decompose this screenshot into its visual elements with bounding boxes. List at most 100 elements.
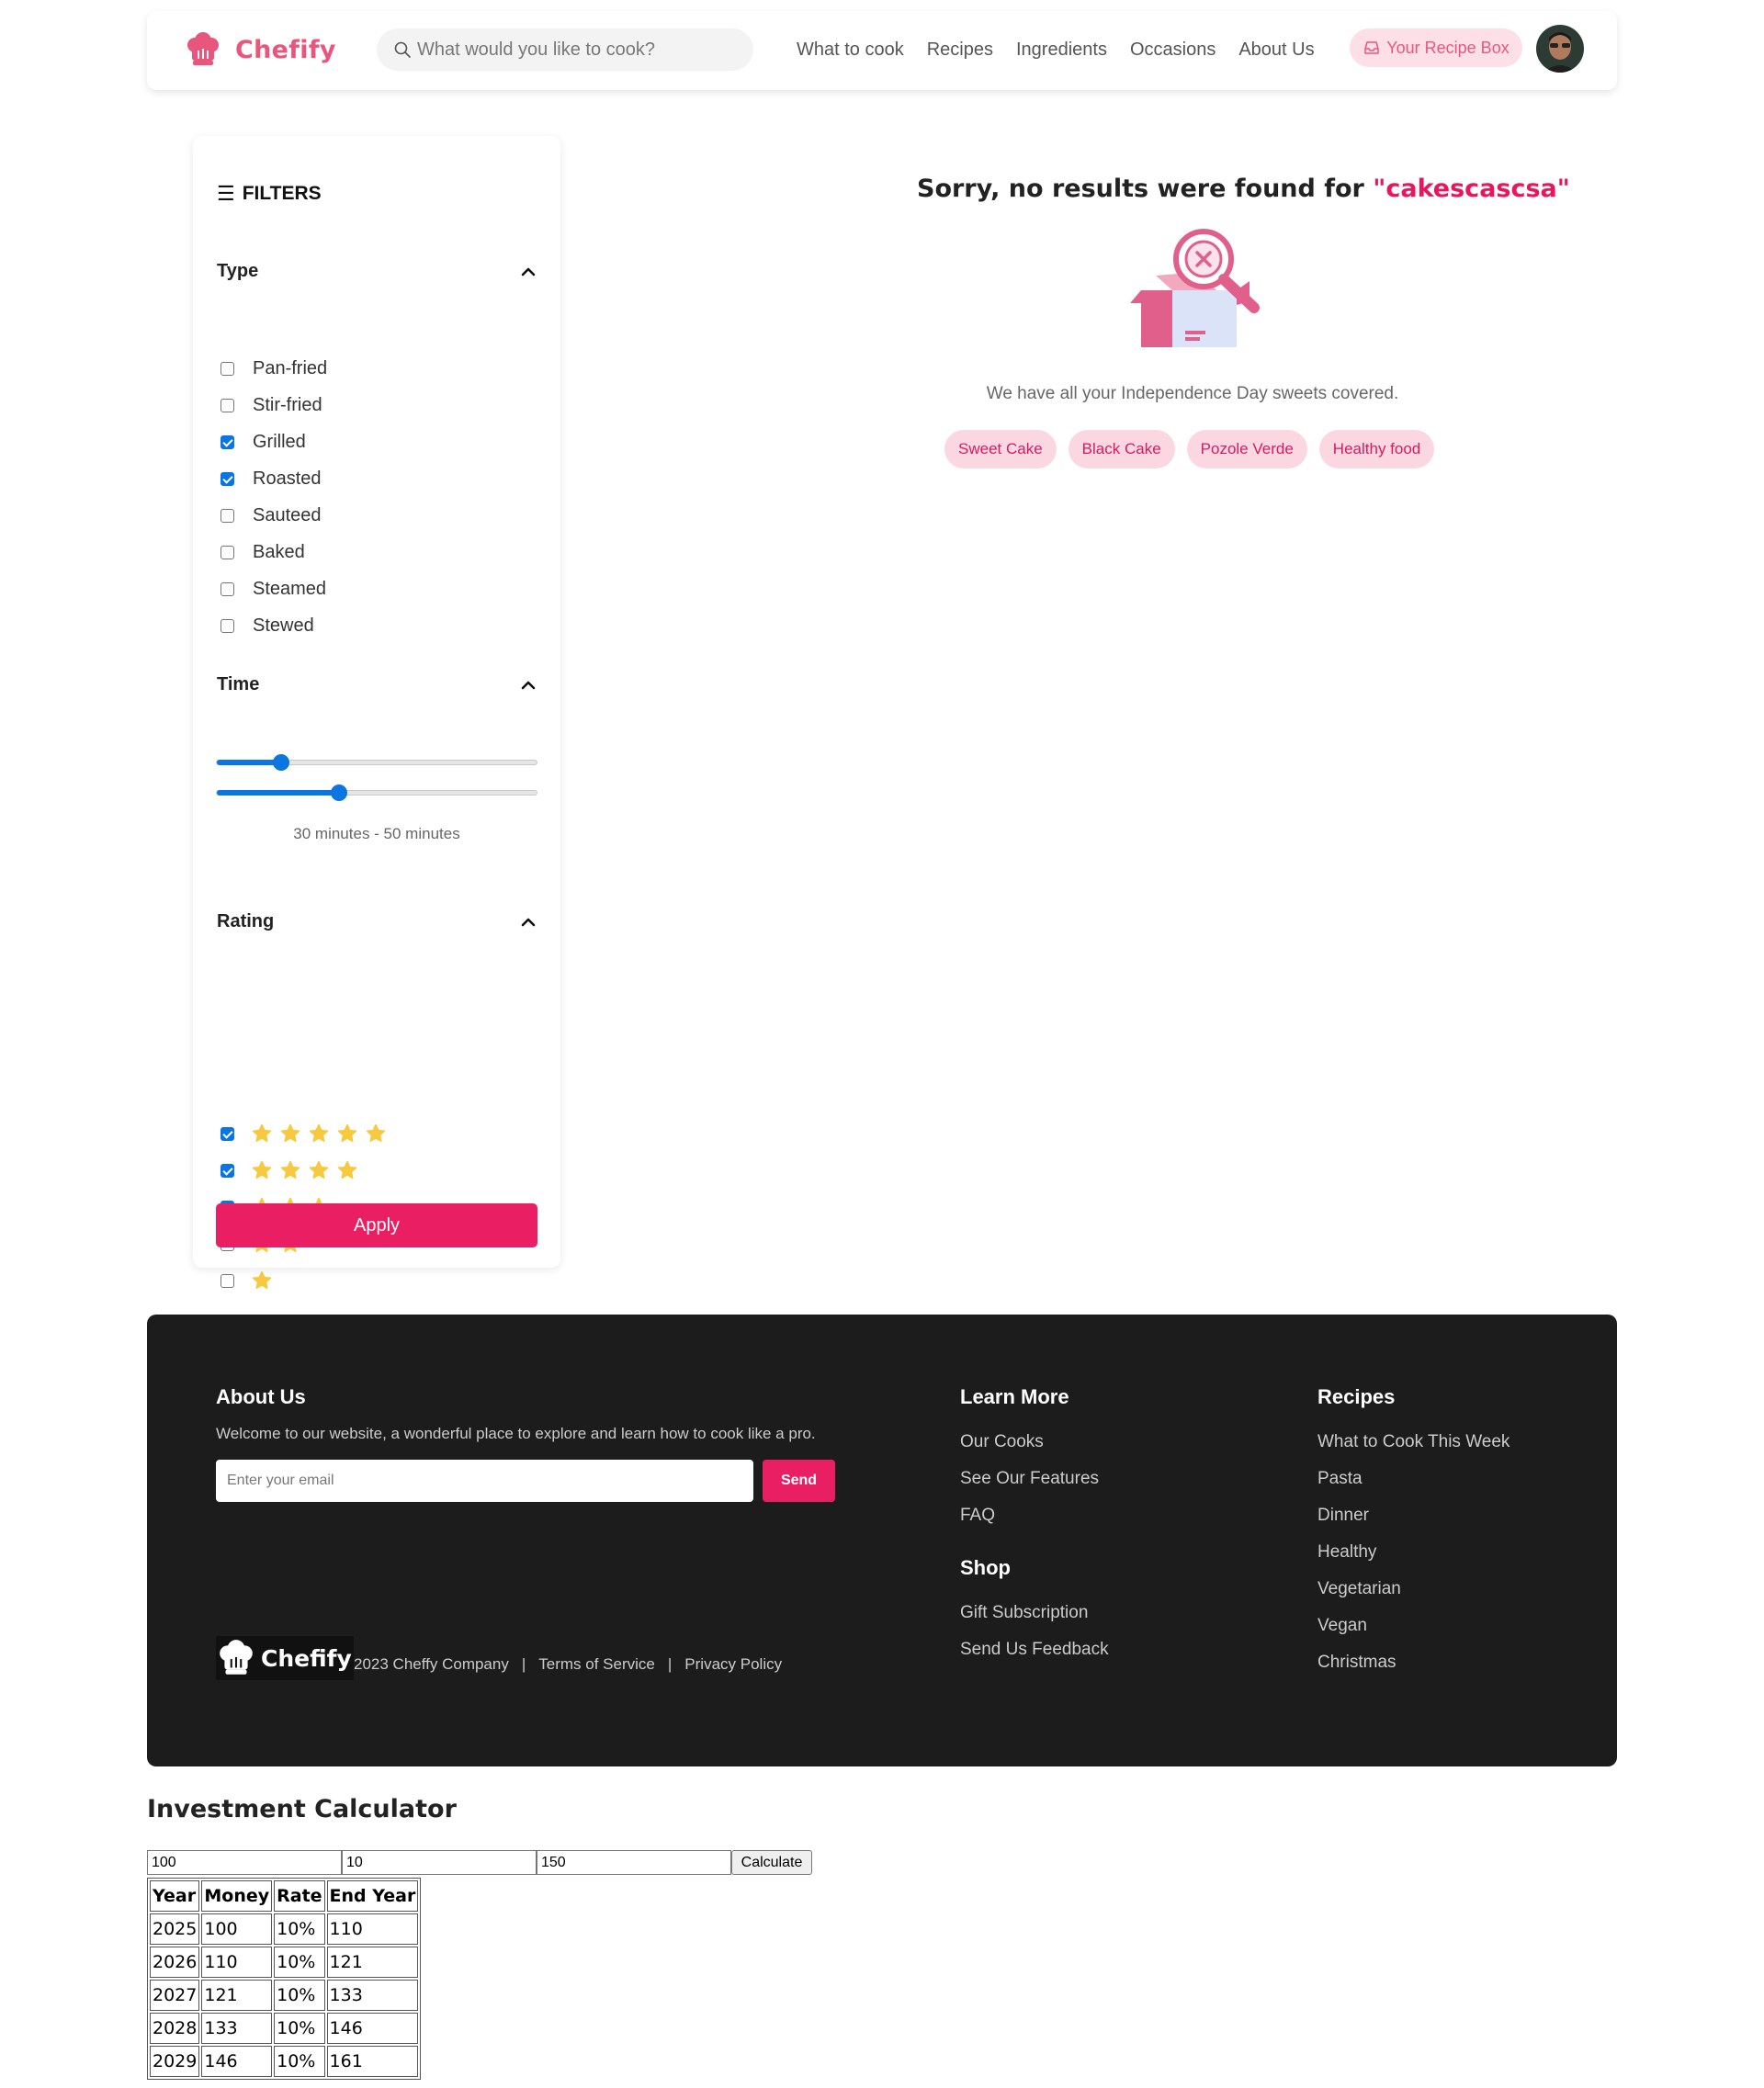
footer-recipe-link[interactable]: Vegan [1317, 1616, 1367, 1636]
table-cell: 133 [201, 2013, 273, 2044]
type-checkbox[interactable] [220, 435, 234, 449]
rating-option[interactable] [220, 1159, 358, 1181]
terms-link[interactable]: Terms of Service [538, 1655, 655, 1674]
rating-option[interactable] [220, 1123, 387, 1145]
copyright-text: 2023 Cheffy Company [354, 1655, 509, 1673]
table-cell: 100 [201, 1913, 273, 1945]
time-section-header[interactable]: Time [217, 674, 538, 695]
footer-link-gift-subscription[interactable]: Gift Subscription [960, 1603, 1088, 1623]
footer-brand-name: Chefify [261, 1644, 352, 1672]
rate-input[interactable]: 10 [342, 1850, 537, 1875]
footer-link-faq[interactable]: FAQ [960, 1506, 995, 1526]
chevron-up-icon [521, 918, 536, 926]
star-icon [252, 1123, 272, 1143]
filters-title-text: FILTERS [242, 183, 322, 204]
rating-checkbox[interactable] [220, 1126, 234, 1141]
type-checkbox[interactable] [220, 546, 234, 559]
nav-recipes[interactable]: Recipes [927, 40, 993, 61]
type-section-header[interactable]: Type [217, 261, 538, 282]
nav-about-us[interactable]: About Us [1238, 40, 1314, 61]
footer-link-features[interactable]: See Our Features [960, 1469, 1099, 1489]
user-avatar[interactable] [1536, 25, 1584, 73]
avatar-image [1536, 25, 1584, 73]
footer-link-feedback[interactable]: Send Us Feedback [960, 1640, 1109, 1660]
type-option[interactable]: Steamed [220, 579, 326, 600]
table-cell: 2028 [150, 2013, 200, 2044]
table-cell: 10% [274, 2046, 325, 2077]
send-button[interactable]: Send [763, 1460, 835, 1502]
footer-recipe-link[interactable]: Dinner [1317, 1506, 1369, 1526]
suggestion-tag[interactable]: Black Cake [1068, 430, 1175, 468]
footer-recipe-link[interactable]: Vegetarian [1317, 1579, 1401, 1599]
star-icon [309, 1123, 329, 1143]
type-option[interactable]: Stewed [220, 615, 314, 637]
calculator-title: Investment Calculator [147, 1795, 457, 1823]
table-cell: 2029 [150, 2046, 200, 2077]
column-header: Money [201, 1880, 273, 1912]
rating-checkbox[interactable] [220, 1273, 234, 1288]
privacy-link[interactable]: Privacy Policy [684, 1655, 782, 1674]
type-option-label: Sauteed [253, 505, 322, 525]
slider-fill [217, 760, 281, 765]
brand-name: Chefify [235, 35, 336, 64]
suggestion-tag[interactable]: Healthy food [1318, 430, 1435, 468]
time-min-slider[interactable] [216, 754, 537, 771]
type-checkbox[interactable] [220, 362, 234, 376]
nav-ingredients[interactable]: Ingredients [1016, 40, 1107, 61]
table-cell: 10% [274, 1980, 325, 2011]
table-row: 2029 146 10% 161 [150, 2046, 419, 2077]
search-input[interactable]: What would you like to cook? [377, 28, 753, 71]
email-field[interactable]: Enter your email [216, 1460, 753, 1502]
recipe-box-label: Your Recipe Box [1386, 38, 1510, 57]
rating-section-header[interactable]: Rating [217, 911, 538, 932]
slider-handle[interactable] [331, 784, 347, 801]
calculate-button[interactable]: Calculate [731, 1850, 812, 1875]
top-navbar: Chefify What would you like to cook? Wha… [147, 11, 1617, 90]
table-row: 2025 100 10% 110 [150, 1913, 419, 1945]
type-checkbox[interactable] [220, 509, 234, 523]
type-option[interactable]: Pan-fried [220, 358, 327, 379]
filters-panel: ☰ FILTERS Type Pan-fried Stir-fried Grille… [193, 136, 560, 1290]
recipe-box-button[interactable]: Your Recipe Box [1350, 28, 1522, 67]
type-checkbox[interactable] [220, 472, 234, 486]
type-option[interactable]: Roasted [220, 468, 322, 490]
slider-handle[interactable] [273, 754, 289, 771]
footer-recipe-link[interactable]: Christmas [1317, 1653, 1396, 1673]
footer-recipe-link[interactable]: What to Cook This Week [1317, 1432, 1510, 1452]
time-max-slider[interactable] [216, 784, 537, 801]
type-option[interactable]: Grilled [220, 432, 306, 453]
apply-label: Apply [353, 1214, 401, 1236]
separator: | [667, 1655, 673, 1673]
table-cell: 2025 [150, 1913, 200, 1945]
brand-logo[interactable]: Chefify [184, 30, 336, 69]
footer-logo[interactable]: Chefify [216, 1636, 354, 1680]
footer-recipe-link[interactable]: Pasta [1317, 1469, 1363, 1489]
type-option[interactable]: Baked [220, 542, 305, 563]
table-cell: 146 [201, 2046, 273, 2077]
menu-icon: ☰ [217, 182, 235, 205]
nav-what-to-cook[interactable]: What to cook [797, 40, 904, 61]
target-input[interactable]: 150 [537, 1850, 731, 1875]
empty-box-search-illustration [1130, 229, 1260, 347]
table-cell: 10% [274, 1913, 325, 1945]
footer-about-text: Welcome to our website, a wonderful plac… [216, 1425, 816, 1442]
table-cell: 2027 [150, 1980, 200, 2011]
type-checkbox[interactable] [220, 619, 234, 633]
suggestion-tag[interactable]: Pozole Verde [1186, 430, 1307, 468]
apply-button[interactable]: Apply [216, 1203, 537, 1247]
type-checkbox[interactable] [220, 582, 234, 596]
table-header-row: Year Money Rate End Year [150, 1880, 419, 1912]
star-icon [337, 1160, 357, 1179]
footer-recipe-link[interactable]: Healthy [1317, 1542, 1376, 1563]
rating-checkbox[interactable] [220, 1163, 234, 1178]
footer-link-our-cooks[interactable]: Our Cooks [960, 1432, 1044, 1452]
money-input[interactable]: 100 [147, 1850, 342, 1875]
type-option[interactable]: Sauteed [220, 505, 322, 526]
filters-title: ☰ FILTERS [217, 182, 322, 206]
suggestion-tag[interactable]: Sweet Cake [944, 430, 1057, 468]
table-cell: 110 [201, 1947, 273, 1978]
type-option-label: Steamed [253, 579, 327, 599]
rating-option[interactable] [220, 1270, 273, 1292]
nav-occasions[interactable]: Occasions [1130, 40, 1216, 61]
type-option-label: Pan-fried [253, 358, 328, 378]
